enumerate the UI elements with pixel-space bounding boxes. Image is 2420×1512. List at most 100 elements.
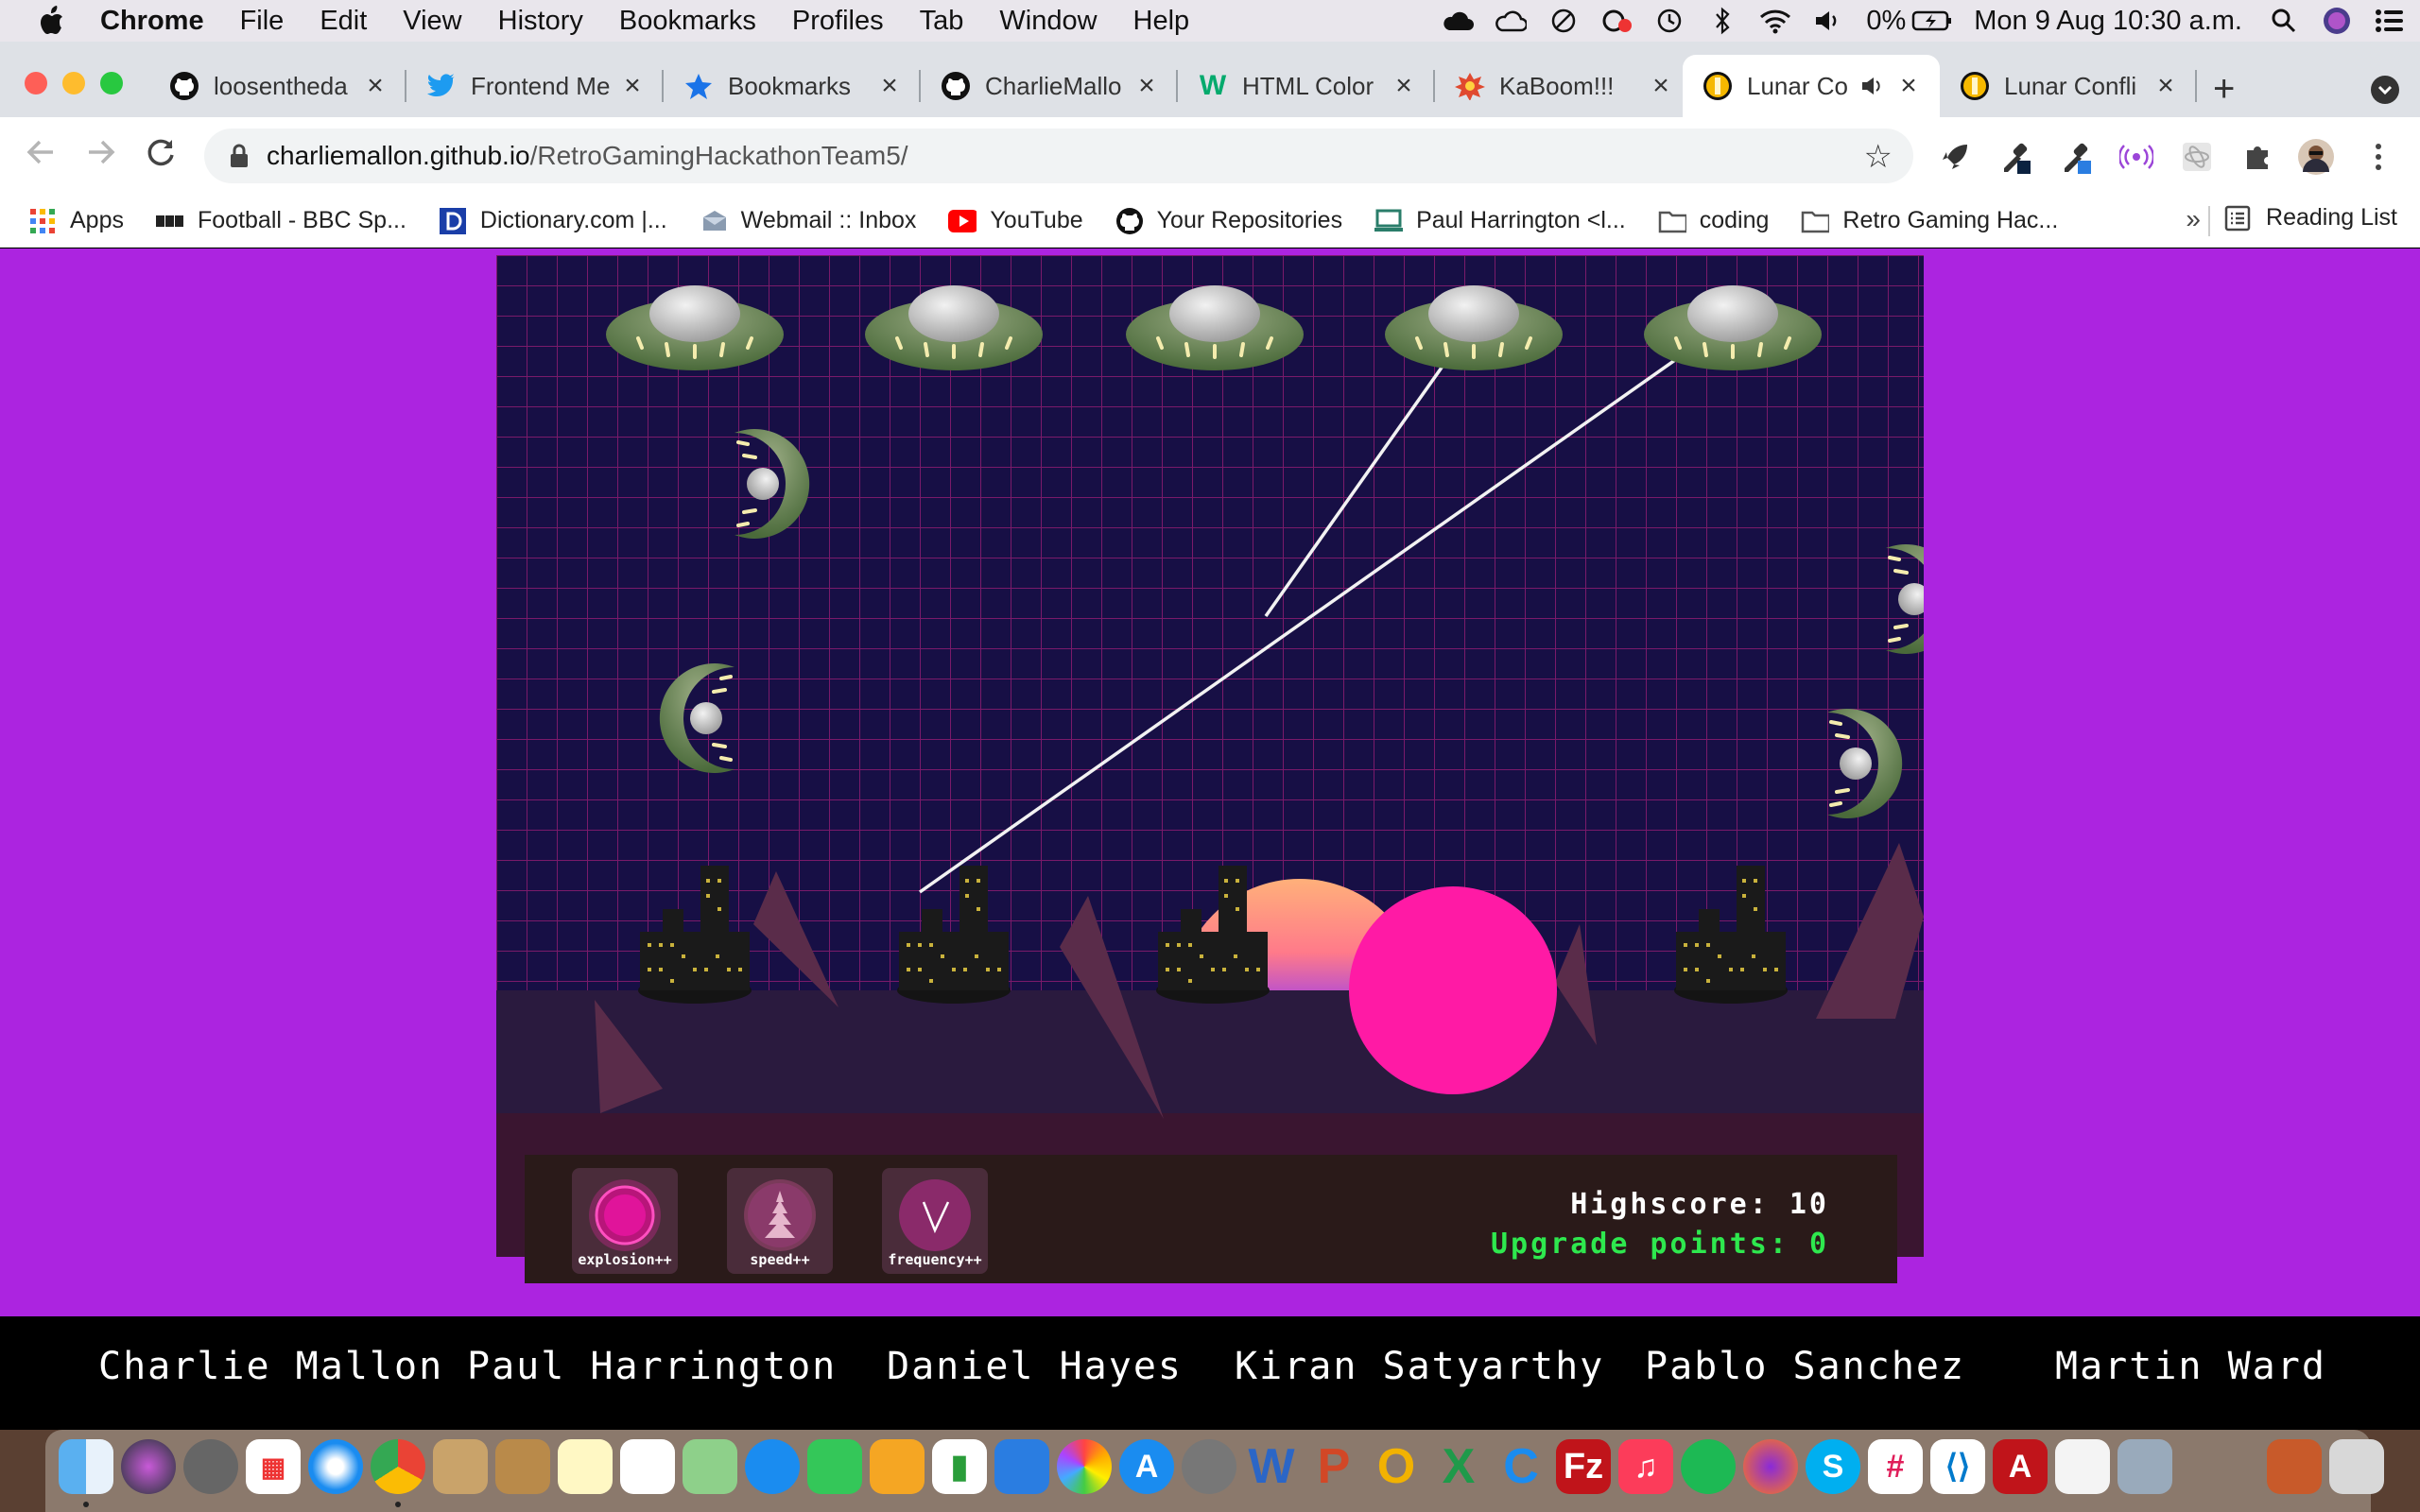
color-picker-extension-icon[interactable] [1996,138,2034,176]
bookmark-star-icon[interactable]: ☆ [1864,138,1893,176]
tab-loosentheda[interactable]: loosentheda × [149,55,406,117]
keynote-icon[interactable] [994,1439,1049,1494]
reminders-icon[interactable] [620,1439,675,1494]
address-bar[interactable]: charliemallon.github.io/RetroGamingHacka… [204,129,1913,183]
apps-grid-icon[interactable]: ▦ [246,1439,301,1494]
game-canvas[interactable] [496,255,1924,1134]
battery-charging-icon[interactable] [1911,7,1953,35]
cisco-icon[interactable]: C [1494,1439,1548,1494]
tab-close-icon[interactable]: × [1390,72,1418,100]
tab-close-icon[interactable]: × [2152,72,2180,100]
back-arrow-icon[interactable] [25,136,57,177]
window-minimize-button[interactable] [62,72,85,94]
tab-close-icon[interactable]: × [361,72,389,100]
bookmark-paul-harrington[interactable]: Paul Harrington <l... [1374,207,1626,234]
outlook-icon[interactable]: O [1369,1439,1424,1494]
tab-search-chevron-icon[interactable] [2371,76,2399,104]
bookmark-folder-coding[interactable]: coding [1658,207,1769,234]
creative-cloud-icon[interactable] [1599,7,1634,35]
launchpad-icon[interactable] [183,1439,238,1494]
music-icon[interactable]: ♫ [1618,1439,1673,1494]
bookmark-bbc-football[interactable]: Football - BBC Sp... [155,207,406,234]
tab-close-icon[interactable]: × [1647,72,1675,100]
window-zoom-button[interactable] [100,72,123,94]
do-not-disturb-icon[interactable] [1547,7,1581,35]
menu-edit[interactable]: Edit [320,6,367,37]
wifi-icon[interactable] [1758,7,1792,35]
notes-icon[interactable] [558,1439,613,1494]
tab-charliemallon[interactable]: CharlieMallo × [921,55,1178,117]
broadcast-extension-icon[interactable] [2118,138,2155,176]
numbers-icon[interactable]: ▮ [932,1439,987,1494]
chrome-icon[interactable] [371,1439,425,1494]
siri-icon[interactable] [121,1439,176,1494]
bluetooth-icon[interactable] [1705,7,1739,35]
window-close-button[interactable] [25,72,47,94]
bookmarks-overflow-chevron[interactable]: » [2186,204,2201,234]
powerpoint-icon[interactable]: P [1306,1439,1361,1494]
tab-bookmarks[interactable]: Bookmarks × [664,55,921,117]
filezilla-icon[interactable]: Fz [1556,1439,1611,1494]
explosion-upgrade-button[interactable]: explosion++ [572,1168,678,1274]
tab-html-color[interactable]: W HTML Color × [1178,55,1435,117]
tab-close-icon[interactable]: × [1894,72,1923,100]
system-preferences-icon[interactable] [1182,1439,1236,1494]
bookmark-your-repositories[interactable]: Your Repositories [1115,207,1342,234]
tab-close-icon[interactable]: × [1132,72,1161,100]
eyedropper-extension-icon[interactable] [2057,138,2095,176]
time-machine-icon[interactable] [1652,7,1686,35]
tab-close-icon[interactable]: × [618,72,647,100]
speaker-audio-icon[interactable] [1857,70,1889,102]
bookmark-dictionary[interactable]: Dictionary.com |... [439,207,667,234]
firefox-icon[interactable] [1743,1439,1798,1494]
vscode-icon[interactable]: ⟨⟩ [1930,1439,1985,1494]
pages-icon[interactable] [870,1439,925,1494]
slack-icon[interactable]: # [1868,1439,1923,1494]
word-icon[interactable]: W [1244,1439,1299,1494]
trash-icon[interactable] [2329,1439,2384,1494]
clock-datetime[interactable]: Mon 9 Aug 10:30 a.m. [1974,6,2242,37]
menu-file[interactable]: File [240,6,285,37]
menu-tab[interactable]: Tab [920,6,964,37]
reload-icon[interactable] [146,136,178,177]
finder-icon[interactable] [59,1439,113,1494]
menu-history[interactable]: History [498,6,583,37]
skype-icon[interactable]: S [1806,1439,1860,1494]
tab-frontend-mentor[interactable]: Frontend Me × [406,55,664,117]
bookmark-folder-retro-gaming[interactable]: Retro Gaming Hac... [1801,207,2058,234]
game-folder-icon[interactable] [2267,1439,2322,1494]
rocket-extension-icon[interactable] [1936,138,1974,176]
contacts-icon[interactable] [495,1439,550,1494]
bookmark-youtube[interactable]: YouTube [948,207,1083,234]
preview-icon[interactable] [433,1439,488,1494]
tab-close-icon[interactable]: × [875,72,904,100]
acrobat-icon[interactable]: A [1993,1439,2048,1494]
spotify-icon[interactable] [1681,1439,1736,1494]
facetime-icon[interactable] [807,1439,862,1494]
spotlight-search-icon[interactable] [2267,7,2301,35]
excel-icon[interactable]: X [1431,1439,1486,1494]
frequency-upgrade-button[interactable]: frequency++ [882,1168,988,1274]
photos-icon[interactable] [1057,1439,1112,1494]
image-capture-icon[interactable] [2118,1439,2172,1494]
menu-bookmarks[interactable]: Bookmarks [619,6,756,37]
tab-lunar-conflict-active[interactable]: Lunar Co × [1683,55,1940,117]
menu-app-name[interactable]: Chrome [100,6,204,37]
cloud-upload-icon[interactable] [1441,7,1475,35]
reading-list-button[interactable]: Reading List [2224,204,2397,232]
extensions-puzzle-icon[interactable] [2238,138,2276,176]
menu-view[interactable]: View [403,6,461,37]
tab-kaboom[interactable]: KaBoom!!! × [1435,55,1692,117]
react-devtools-extension-icon[interactable] [2178,138,2216,176]
tab-lunar-conflict[interactable]: Lunar Confli × [1940,55,2197,117]
control-center-icon[interactable] [2373,7,2407,35]
forward-arrow-icon[interactable] [85,136,117,177]
volume-icon[interactable] [1811,7,1845,35]
icloud-sync-icon[interactable] [1494,7,1528,35]
apple-menu-icon[interactable] [36,5,68,37]
safari-icon[interactable] [308,1439,363,1494]
siri-icon[interactable] [2320,7,2354,35]
new-tab-plus-icon[interactable]: + [2213,68,2235,111]
menu-window[interactable]: Window [999,6,1097,37]
speed-upgrade-button[interactable]: speed++ [727,1168,833,1274]
